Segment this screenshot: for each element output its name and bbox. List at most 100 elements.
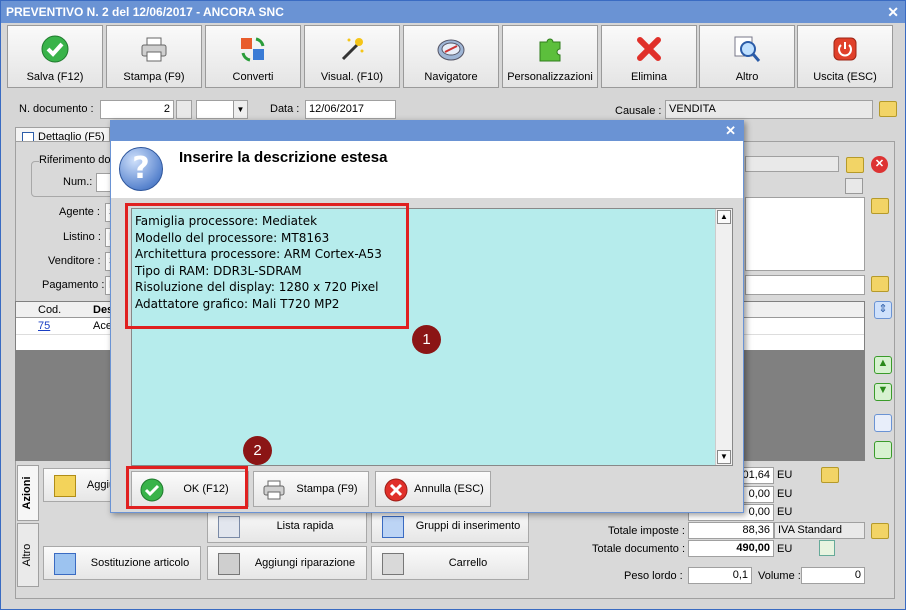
insert-groups-button[interactable]: Gruppi di inserimento [371, 509, 529, 543]
annotation-badge-2: 2 [243, 436, 272, 465]
cancel-button[interactable]: Annulla (ESC) [375, 471, 491, 507]
taxes-value: 88,36 [688, 522, 774, 539]
delete-label: Elimina [630, 71, 668, 83]
highlight-description [125, 203, 409, 329]
insert-groups-label: Gruppi di inserimento [415, 520, 521, 532]
row-code-link[interactable]: 75 [38, 320, 50, 332]
causale-label: Causale : [615, 105, 662, 117]
document-total-unit: EU [777, 543, 793, 555]
highlight-ok-button [126, 466, 248, 509]
navigator-button[interactable]: Navigatore [403, 25, 499, 88]
price-list-label: Listino : [63, 231, 101, 243]
vat-type-field[interactable]: IVA Standard [774, 522, 865, 539]
cart-button[interactable]: Carrello [371, 546, 529, 580]
scroll-down-icon[interactable]: ▼ [717, 450, 731, 464]
copy-icon[interactable] [874, 414, 892, 432]
document-total-value: 490,00 [688, 540, 774, 557]
quick-list-label: Lista rapida [276, 520, 334, 532]
payment-right-field[interactable] [745, 275, 865, 295]
convert-icon [241, 37, 265, 62]
magnifier-icon [734, 36, 761, 62]
exit-button[interactable]: Uscita (ESC) [797, 25, 893, 88]
dialog-print-label: Stampa (F9) [296, 483, 358, 495]
document-total-label: Totale documento : [592, 543, 685, 555]
grid-header-code: Cod. [38, 304, 62, 316]
gross-weight-value[interactable]: 0,1 [688, 567, 752, 584]
reference-right-field[interactable] [745, 156, 839, 172]
total-row3-unit: EU [777, 506, 793, 518]
agent-label: Agente : [59, 206, 100, 218]
date-label: Data : [270, 103, 300, 115]
volume-label: Volume : [758, 570, 801, 582]
dialog-close-button[interactable]: ✕ [725, 123, 736, 139]
add-repair-button[interactable]: Aggiungi riparazione [207, 546, 367, 580]
dialog-print-button[interactable]: Stampa (F9) [253, 471, 369, 507]
window-titlebar: PREVENTIVO N. 2 del 12/06/2017 - ANCORA … [1, 1, 905, 23]
tab-actions-label: Azioni [21, 476, 33, 510]
group-add-icon [382, 516, 404, 538]
printer-icon [263, 480, 285, 500]
volume-value[interactable]: 0 [801, 567, 865, 584]
person-search-icon[interactable] [845, 178, 863, 194]
print-label: Stampa (F9) [123, 71, 185, 83]
wrench-icon [218, 553, 240, 575]
vat-folder-icon[interactable] [871, 523, 889, 539]
causale-field[interactable]: VENDITA [665, 100, 873, 119]
print-button[interactable]: Stampa (F9) [106, 25, 202, 88]
delete-icon [637, 37, 661, 61]
arrow-down-icon[interactable]: ▼ [874, 383, 892, 401]
totals-folder-icon[interactable] [821, 467, 839, 483]
cancel-label: Annulla (ESC) [414, 483, 484, 495]
list-add-icon [218, 516, 240, 538]
tab-actions[interactable]: Azioni [17, 465, 39, 521]
customizations-label: Personalizzazioni [507, 71, 593, 83]
reference-folder-icon[interactable] [846, 157, 864, 173]
navigator-label: Navigatore [424, 71, 478, 83]
quick-list-button[interactable]: Lista rapida [207, 509, 367, 543]
refresh-icon[interactable] [874, 441, 892, 459]
seller-label: Venditore : [48, 255, 101, 267]
notes-field[interactable] [745, 197, 865, 271]
more-button[interactable]: Altro [699, 25, 795, 88]
printer-icon [141, 37, 167, 62]
zoom-icon[interactable] [819, 540, 835, 556]
chevron-down-icon: ▼ [233, 101, 247, 118]
convert-button[interactable]: Converti [205, 25, 301, 88]
save-button[interactable]: Salva (F12) [7, 25, 103, 88]
textarea-scrollbar[interactable]: ▲ ▼ [715, 209, 732, 465]
doc-number-field[interactable]: 2 [100, 100, 174, 119]
payment-folder-icon[interactable] [871, 276, 889, 292]
box-add-icon [54, 475, 76, 497]
notes-folder-icon[interactable] [871, 198, 889, 214]
payment-label: Pagamento : [42, 279, 105, 291]
doc-number-label: N. documento : [19, 103, 94, 115]
save-label: Salva (F12) [26, 71, 84, 83]
dialog-titlebar: ✕ [111, 121, 743, 141]
tab-other[interactable]: Altro [17, 523, 39, 587]
clear-icon[interactable]: ✕ [871, 156, 888, 173]
convert-label: Converti [232, 71, 274, 83]
total-row2-unit: EU [777, 488, 793, 500]
check-icon [41, 35, 69, 63]
doc-number-spin[interactable] [176, 100, 192, 119]
scroll-up-icon[interactable]: ▲ [717, 210, 731, 224]
question-icon: ? [119, 147, 163, 191]
window-close-button[interactable]: ✕ [887, 1, 899, 23]
causale-folder-icon[interactable] [879, 101, 897, 117]
date-field[interactable]: 12/06/2017 [305, 100, 396, 119]
cart-label: Carrello [448, 557, 488, 569]
delete-button[interactable]: Elimina [601, 25, 697, 88]
dialog-heading: Inserire la descrizione estesa [179, 149, 388, 166]
cart-icon [382, 553, 404, 575]
doc-series-select[interactable]: ▼ [196, 100, 248, 119]
window-title: PREVENTIVO N. 2 del 12/06/2017 - ANCORA … [6, 5, 284, 19]
preview-button[interactable]: Visual. (F10) [304, 25, 400, 88]
tab-other-label: Altro [21, 543, 33, 567]
preview-label: Visual. (F10) [320, 71, 384, 83]
arrow-up-icon[interactable]: ▲ [874, 356, 892, 374]
replace-item-button[interactable]: Sostituzione articolo [43, 546, 201, 580]
taxes-label: Totale imposte : [607, 525, 685, 537]
move-updown-icon[interactable]: ⇕ [874, 301, 892, 319]
customizations-button[interactable]: Personalizzazioni [502, 25, 598, 88]
total-row1-unit: EU [777, 469, 793, 481]
